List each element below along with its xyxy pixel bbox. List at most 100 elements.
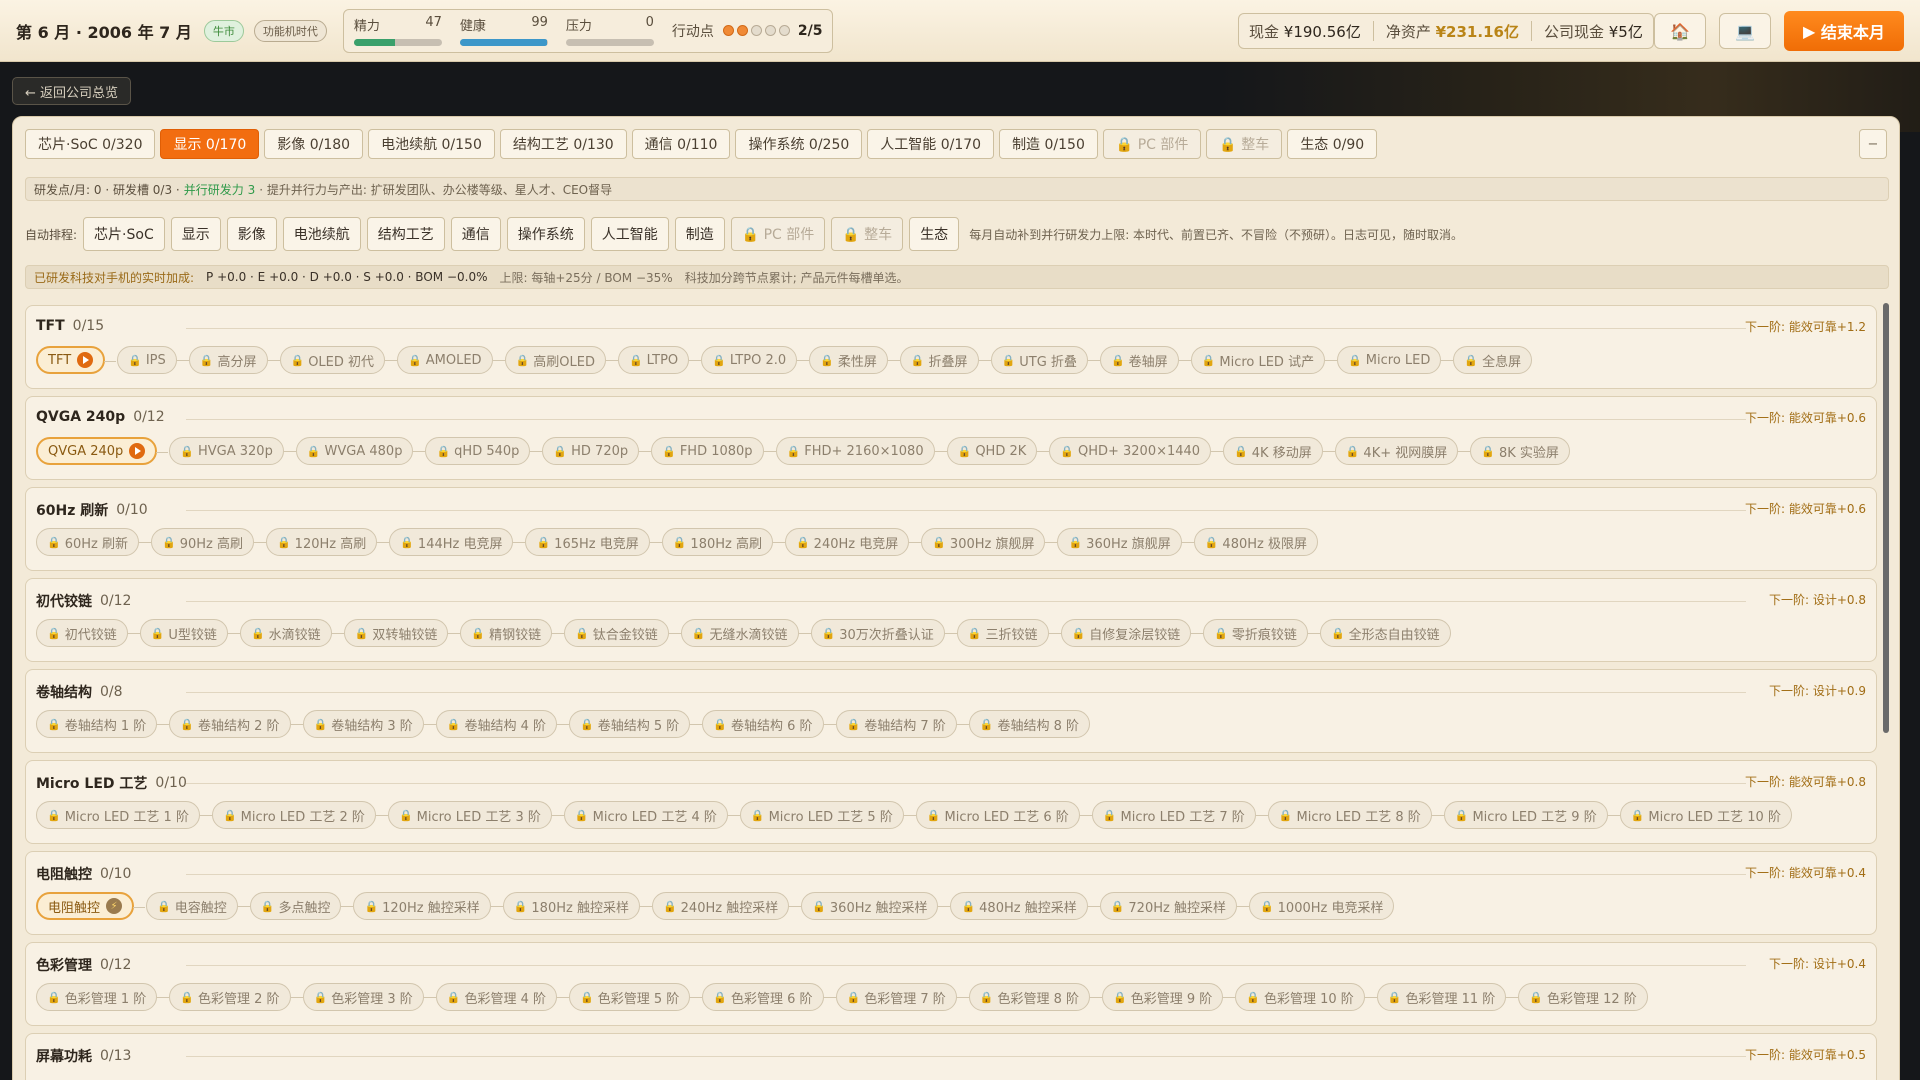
tab-category[interactable]: 结构工艺 0/130	[499, 129, 627, 159]
tech-node-locked[interactable]: 🔒 WVGA 480p	[295, 437, 426, 465]
tech-node-locked[interactable]: 🔒 色彩管理 12 阶	[1518, 983, 1648, 1011]
tech-node-locked[interactable]: 🔒 Micro LED 工艺 3 阶	[387, 801, 564, 829]
tech-node-locked[interactable]: 🔒 Micro LED 工艺 8 阶	[1267, 801, 1444, 829]
auto-schedule-button[interactable]: 电池续航	[282, 217, 361, 251]
tech-node-locked[interactable]: 🔒 折叠屏	[899, 346, 991, 374]
tech-node-locked[interactable]: 🔒 高分屏	[188, 346, 280, 374]
collapse-button[interactable]: −	[1859, 129, 1887, 159]
tech-node-locked[interactable]: 🔒 色彩管理 4 阶	[435, 983, 570, 1011]
tech-node-locked[interactable]: 🔒 Micro LED	[1337, 346, 1454, 374]
tech-node-locked[interactable]: 🔒 Micro LED 工艺 7 阶	[1091, 801, 1268, 829]
tech-node-locked[interactable]: 🔒 电容触控	[146, 892, 250, 920]
tech-node-current[interactable]: TFT	[36, 346, 117, 374]
end-month-button[interactable]: ▶ 结束本月	[1784, 11, 1904, 51]
tech-node-locked[interactable]: 🔒 初代铰链	[36, 619, 140, 647]
tab-category[interactable]: 电池续航 0/150	[368, 129, 495, 159]
tech-node-locked[interactable]: 🔒 卷轴结构 7 阶	[835, 710, 970, 738]
tech-node-locked[interactable]: 🔒 精钢铰链	[460, 619, 564, 647]
tech-node-locked[interactable]: 🔒 Micro LED 工艺 9 阶	[1443, 801, 1620, 829]
tech-node-locked[interactable]: 🔒 240Hz 触控采样	[651, 892, 802, 920]
tech-node-locked[interactable]: 🔒 FHD 1080p	[651, 437, 777, 465]
tech-node-locked[interactable]: 🔒 卷轴结构 3 阶	[302, 710, 437, 738]
tech-node-locked[interactable]: 🔒 HVGA 320p	[169, 437, 296, 465]
tech-node-locked[interactable]: 🔒 Micro LED 工艺 4 阶	[563, 801, 740, 829]
tech-node-locked[interactable]: 🔒 卷轴结构 1 阶	[36, 710, 170, 738]
tech-node-locked[interactable]: 🔒 qHD 540p	[425, 437, 543, 465]
tech-node-locked[interactable]: 🔒 卷轴结构 6 阶	[702, 710, 836, 738]
tech-node-locked[interactable]: 🔒 720Hz 触控采样	[1099, 892, 1250, 920]
tech-node-locked[interactable]: 🔒 钛合金铰链	[564, 619, 681, 647]
tech-node-locked[interactable]: 🔒 色彩管理 3 阶	[302, 983, 437, 1011]
tech-node-locked[interactable]: 🔒 360Hz 旗舰屏	[1057, 528, 1194, 556]
tech-node-locked[interactable]: 🔒 480Hz 触控采样	[950, 892, 1100, 920]
tech-node-locked[interactable]: 🔒 零折痕铰链	[1203, 619, 1320, 647]
tech-node-locked[interactable]: 🔒 Micro LED 工艺 2 阶	[211, 801, 388, 829]
tech-node-locked[interactable]: 🔒 全形态自由铰链	[1319, 619, 1451, 647]
tech-node-locked[interactable]: 🔒 色彩管理 2 阶	[169, 983, 303, 1011]
auto-schedule-button[interactable]: 制造	[674, 217, 725, 251]
tech-node-locked[interactable]: 🔒 30万次折叠认证	[810, 619, 958, 647]
tech-node-locked[interactable]: 🔒 165Hz 电竞屏	[525, 528, 662, 556]
tech-node-locked[interactable]: 🔒 LTPO 2.0	[701, 346, 810, 374]
tech-node-locked[interactable]: 🔒 卷轴结构 2 阶	[169, 710, 303, 738]
scrollbar[interactable]	[1883, 303, 1889, 733]
auto-schedule-button[interactable]: 芯片·SoC	[83, 217, 165, 251]
tech-node-locked[interactable]: 🔒 卷轴结构 8 阶	[968, 710, 1090, 738]
tech-node-locked[interactable]: 🔒 色彩管理 10 阶	[1235, 983, 1377, 1011]
tech-node-locked[interactable]: 🔒 4K 移动屏	[1223, 437, 1335, 465]
tech-node-locked[interactable]: 🔒 卷轴结构 5 阶	[569, 710, 703, 738]
tech-node-locked[interactable]: 🔒 FHD+ 2160×1080	[775, 437, 947, 465]
tech-node-locked[interactable]: 🔒 180Hz 触控采样	[502, 892, 653, 920]
tab-category[interactable]: 制造 0/150	[999, 129, 1098, 159]
back-to-company-button[interactable]: ← 返回公司总览	[12, 77, 132, 105]
tech-node-locked[interactable]: 🔒 U型铰链	[139, 619, 241, 647]
device-button[interactable]: 💻	[1719, 13, 1771, 49]
tech-node-locked[interactable]: 🔒 QHD+ 3200×1440	[1049, 437, 1223, 465]
auto-schedule-button[interactable]: 通信	[450, 217, 501, 251]
tab-category[interactable]: 芯片·SoC 0/320	[25, 129, 156, 159]
tech-node-locked[interactable]: 🔒 180Hz 高刷	[661, 528, 786, 556]
auto-schedule-button[interactable]: 影像	[226, 217, 277, 251]
tech-node-locked[interactable]: 🔒 144Hz 电竞屏	[389, 528, 526, 556]
tab-category[interactable]: 操作系统 0/250	[735, 129, 863, 159]
auto-schedule-button[interactable]: 人工智能	[590, 217, 669, 251]
tech-node-locked[interactable]: 🔒 QHD 2K	[946, 437, 1049, 465]
tech-node-locked[interactable]: 🔒 色彩管理 1 阶	[36, 983, 170, 1011]
tech-node-locked[interactable]: 🔒 色彩管理 6 阶	[702, 983, 836, 1011]
tech-node-locked[interactable]: 🔒 色彩管理 5 阶	[569, 983, 703, 1011]
tech-node-locked[interactable]: 🔒 HD 720p	[542, 437, 651, 465]
tech-node-locked[interactable]: 🔒 水滴铰链	[239, 619, 344, 647]
tech-node-locked[interactable]: 🔒 自修复涂层铰链	[1060, 619, 1203, 647]
tech-node-locked[interactable]: 🔒 4K+ 视网膜屏	[1334, 437, 1470, 465]
tech-node-locked[interactable]: 🔒 色彩管理 9 阶	[1102, 983, 1236, 1011]
tech-node-locked[interactable]: 🔒 90Hz 高刷	[150, 528, 266, 556]
tab-category[interactable]: 显示 0/170	[160, 129, 260, 159]
tech-node-locked[interactable]: 🔒 卷轴结构 4 阶	[435, 710, 570, 738]
tech-node-locked[interactable]: 🔒 色彩管理 11 阶	[1376, 983, 1518, 1011]
tech-node-locked[interactable]: 🔒 IPS	[117, 346, 189, 374]
tech-node-locked[interactable]: 🔒 多点触控	[249, 892, 354, 920]
tech-node-locked[interactable]: 🔒 卷轴屏	[1099, 346, 1191, 374]
auto-schedule-button[interactable]: 生态	[909, 217, 960, 251]
tech-node-locked[interactable]: 🔒 120Hz 高刷	[265, 528, 390, 556]
tech-node-current[interactable]: 电阻触控 ⚡	[36, 892, 146, 920]
tech-node-locked[interactable]: 🔒 300Hz 旗舰屏	[921, 528, 1058, 556]
tech-node-locked[interactable]: 🔒 8K 实验屏	[1470, 437, 1570, 465]
tech-node-locked[interactable]: 🔒 色彩管理 8 阶	[968, 983, 1103, 1011]
tech-node-locked[interactable]: 🔒 柔性屏	[809, 346, 900, 374]
tech-node-locked[interactable]: 🔒 色彩管理 7 阶	[835, 983, 970, 1011]
tab-category[interactable]: 通信 0/110	[631, 129, 731, 159]
tab-category[interactable]: 生态 0/90	[1287, 129, 1378, 159]
tech-node-locked[interactable]: 🔒 全息屏	[1453, 346, 1533, 374]
tech-node-locked[interactable]: 🔒 高刷OLED	[504, 346, 619, 374]
tab-category[interactable]: 人工智能 0/170	[867, 129, 995, 159]
home-button[interactable]: 🏠	[1654, 13, 1706, 49]
auto-schedule-button[interactable]: 操作系统	[506, 217, 585, 251]
tech-node-locked[interactable]: 🔒 Micro LED 工艺 6 阶	[915, 801, 1092, 829]
tech-node-locked[interactable]: 🔒 Micro LED 试产	[1190, 346, 1338, 374]
tech-node-locked[interactable]: 🔒 无缝水滴铰链	[680, 619, 811, 647]
tech-node-locked[interactable]: 🔒 240Hz 电竞屏	[784, 528, 922, 556]
tab-category[interactable]: 影像 0/180	[264, 129, 364, 159]
tech-node-locked[interactable]: 🔒 UTG 折叠	[990, 346, 1101, 374]
tech-node-locked[interactable]: 🔒 1000Hz 电竞采样	[1248, 892, 1395, 920]
